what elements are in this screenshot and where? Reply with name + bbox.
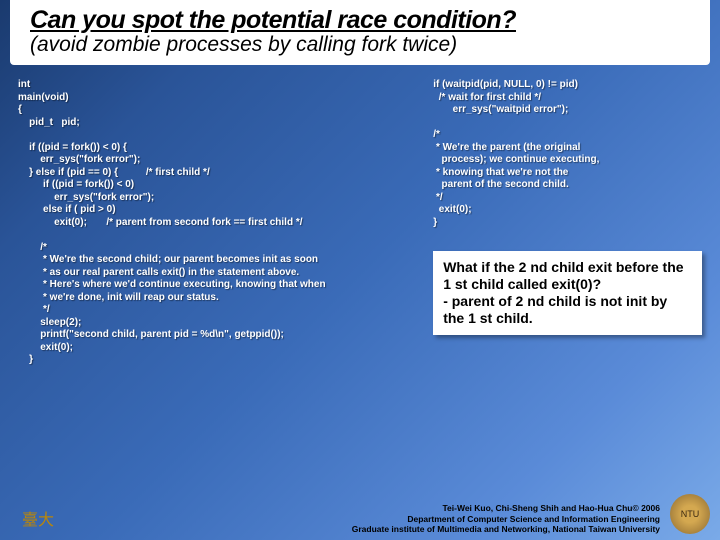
code-right: if (waitpid(pid, NULL, 0) != pid) /* wai… bbox=[433, 79, 702, 229]
slide-subtitle: (avoid zombie processes by calling fork … bbox=[30, 33, 690, 57]
footer-line-2: Department of Computer Science and Infor… bbox=[352, 514, 660, 524]
slide-container: Can you spot the potential race conditio… bbox=[0, 0, 720, 540]
footer-line-3: Graduate institute of Multimedia and Net… bbox=[352, 524, 660, 534]
right-column: if (waitpid(pid, NULL, 0) != pid) /* wai… bbox=[433, 79, 702, 367]
title-block: Can you spot the potential race conditio… bbox=[10, 0, 710, 65]
slide-title: Can you spot the potential race conditio… bbox=[30, 6, 690, 35]
footer-credits: Tei-Wei Kuo, Chi-Sheng Shih and Hao-Hua … bbox=[352, 503, 660, 534]
university-logo-left: 臺大 bbox=[14, 502, 62, 534]
code-left: int main(void) { pid_t pid; if ((pid = f… bbox=[18, 79, 421, 367]
left-column: int main(void) { pid_t pid; if ((pid = f… bbox=[18, 79, 421, 367]
footer-line-1: Tei-Wei Kuo, Chi-Sheng Shih and Hao-Hua … bbox=[352, 503, 660, 513]
content-area: int main(void) { pid_t pid; if ((pid = f… bbox=[0, 65, 720, 367]
university-seal-right: NTU bbox=[670, 494, 710, 534]
question-box: What if the 2 nd child exit before the 1… bbox=[433, 251, 702, 334]
